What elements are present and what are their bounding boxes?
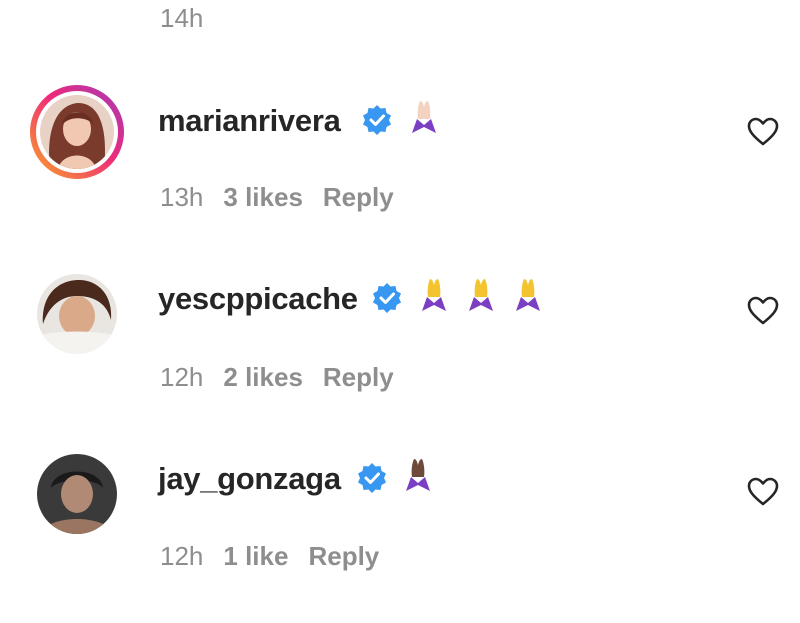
comment-username[interactable]: yescppicache [158,281,358,317]
comment-likes[interactable]: 2 likes [223,362,303,392]
verified-badge-icon [373,283,401,313]
comment-time: 12h [160,541,204,571]
folded-hands-icon [469,279,493,311]
folded-hands-icon [516,279,540,311]
comment-item: marianrivera 13h 3 likes Reply [0,85,800,255]
avatar-container[interactable] [30,267,124,361]
like-heart-icon[interactable] [747,296,779,326]
previous-comment-time: 14h [160,3,204,33]
folded-hands-icon [422,279,446,311]
comment-item: yescppicache 12h 2 likes Reply [0,273,800,443]
avatar[interactable] [40,95,114,169]
comment-likes[interactable]: 3 likes [223,182,303,212]
verified-badge-icon [363,105,391,135]
avatar[interactable] [37,274,117,354]
avatar-story-ring[interactable] [30,85,124,179]
comment-meta: 12h 2 likes Reply [160,362,414,393]
comment-time: 13h [160,182,204,212]
comment-username[interactable]: marianrivera [158,103,341,139]
reply-button[interactable]: Reply [308,541,379,571]
comment-time: 12h [160,362,204,392]
comment-likes[interactable]: 1 like [223,541,288,571]
comment-meta: 13h 3 likes Reply [160,182,414,213]
avatar-container[interactable] [30,447,124,541]
folded-hands-icon [406,459,430,491]
avatar[interactable] [37,454,117,534]
reply-button[interactable]: Reply [323,362,394,392]
like-heart-icon[interactable] [747,477,779,507]
comment-meta: 12h 1 like Reply [160,541,399,572]
folded-hands-icon [412,101,436,133]
comment-item: jay_gonzaga 12h 1 like Reply [0,453,800,623]
verified-badge-icon [358,463,386,493]
reply-button[interactable]: Reply [323,182,394,212]
comment-username[interactable]: jay_gonzaga [158,461,341,497]
like-heart-icon[interactable] [747,117,779,147]
